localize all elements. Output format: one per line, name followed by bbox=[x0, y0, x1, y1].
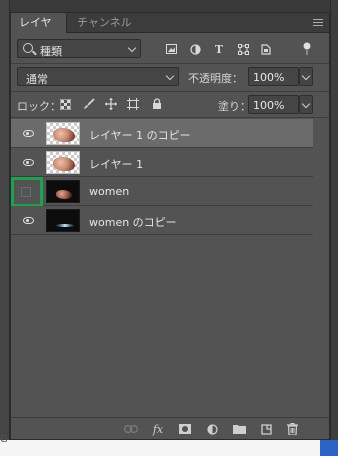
type-filter-icon[interactable]: T bbox=[211, 41, 227, 57]
layer-name[interactable]: women bbox=[89, 185, 129, 198]
panel-menu-icon[interactable] bbox=[313, 19, 323, 27]
layer-thumbnail bbox=[46, 209, 80, 232]
layer-row[interactable]: women bbox=[11, 177, 313, 207]
shape-filter-icon[interactable] bbox=[235, 41, 251, 57]
opacity-label: 不透明度： bbox=[188, 72, 243, 85]
filter-kind-select[interactable]: 種類 bbox=[17, 39, 141, 58]
lock-label: ロック： bbox=[17, 100, 61, 113]
opacity-dropdown[interactable] bbox=[299, 67, 313, 86]
blend-row: 通常 不透明度： 100% bbox=[17, 67, 323, 87]
blend-mode-select[interactable]: 通常 bbox=[17, 67, 179, 86]
link-layers-icon[interactable] bbox=[123, 421, 139, 437]
adjustment-layer-icon[interactable] bbox=[204, 421, 220, 437]
chevron-down-icon bbox=[301, 71, 311, 81]
layer-thumbnail bbox=[46, 180, 80, 203]
blend-mode-value: 通常 bbox=[26, 73, 48, 86]
smart-object-filter-icon[interactable] bbox=[258, 41, 274, 57]
bottom-fragment-text: G bbox=[0, 434, 8, 445]
filter-kind-label: 種類 bbox=[40, 45, 62, 58]
layer-row[interactable]: レイヤー 1 のコピー bbox=[11, 119, 313, 148]
eye-icon bbox=[22, 159, 34, 166]
fill-label: 塗り： bbox=[218, 100, 251, 113]
layer-row[interactable]: レイヤー 1 bbox=[11, 148, 313, 177]
layer-list: レイヤー 1 のコピー レイヤー 1 women women のコピー bbox=[11, 119, 313, 235]
trash-icon[interactable] bbox=[284, 421, 300, 437]
visibility-toggle[interactable] bbox=[15, 152, 41, 173]
fill-value: 100% bbox=[253, 99, 285, 112]
chevron-down-icon bbox=[165, 71, 175, 81]
lock-artboard-icon[interactable] bbox=[125, 96, 141, 112]
layer-name[interactable]: women のコピー bbox=[89, 214, 177, 230]
highlight-box bbox=[11, 177, 43, 207]
divider bbox=[11, 117, 329, 118]
chevron-down-icon bbox=[127, 43, 137, 53]
layer-name[interactable]: レイヤー 1 bbox=[89, 156, 143, 172]
eye-icon bbox=[22, 217, 34, 224]
lock-row: ロック： 塗り： 100% bbox=[17, 95, 323, 115]
opacity-input[interactable]: 100% bbox=[248, 67, 299, 86]
mask-icon[interactable] bbox=[177, 421, 193, 437]
fill-input[interactable]: 100% bbox=[248, 95, 299, 114]
lock-transparent-pixels-icon[interactable] bbox=[57, 96, 73, 112]
opacity-value: 100% bbox=[253, 71, 285, 84]
eye-icon bbox=[22, 130, 34, 137]
image-filter-icon[interactable] bbox=[163, 41, 179, 57]
lock-image-pixels-icon[interactable] bbox=[81, 96, 97, 112]
lock-position-icon[interactable] bbox=[103, 96, 119, 112]
left-edge-strip bbox=[0, 0, 10, 456]
search-icon bbox=[23, 43, 33, 53]
divider bbox=[11, 63, 329, 64]
lock-all-icon[interactable] bbox=[149, 96, 165, 112]
layer-name[interactable]: レイヤー 1 のコピー bbox=[89, 127, 191, 143]
fill-dropdown[interactable] bbox=[299, 95, 313, 114]
divider bbox=[11, 91, 329, 92]
tab-channels[interactable]: チャンネル bbox=[69, 13, 140, 33]
new-layer-icon[interactable] bbox=[258, 421, 274, 437]
chevron-down-icon bbox=[301, 99, 311, 109]
tab-layers[interactable]: レイヤー bbox=[11, 13, 67, 49]
visibility-toggle[interactable] bbox=[15, 210, 41, 231]
layer-thumbnail bbox=[46, 151, 80, 174]
filter-row: 種類 T bbox=[17, 39, 323, 59]
adjustment-filter-icon[interactable] bbox=[187, 41, 203, 57]
layers-panel: レイヤー チャンネル 種類 T 通常 不透明度： bbox=[10, 12, 330, 440]
panel-tab-bar: レイヤー チャンネル bbox=[11, 13, 329, 49]
taskbar-strip bbox=[0, 440, 338, 456]
layer-row[interactable]: women のコピー bbox=[11, 206, 313, 235]
filter-toggle-icon[interactable] bbox=[299, 41, 315, 57]
panel-footer: fx bbox=[11, 417, 329, 439]
fx-icon[interactable]: fx bbox=[150, 421, 166, 437]
layer-thumbnail bbox=[46, 122, 80, 145]
visibility-toggle[interactable] bbox=[15, 123, 41, 144]
window-edge bbox=[0, 440, 320, 456]
right-edge-strip bbox=[330, 0, 338, 440]
group-folder-icon[interactable] bbox=[231, 421, 247, 437]
